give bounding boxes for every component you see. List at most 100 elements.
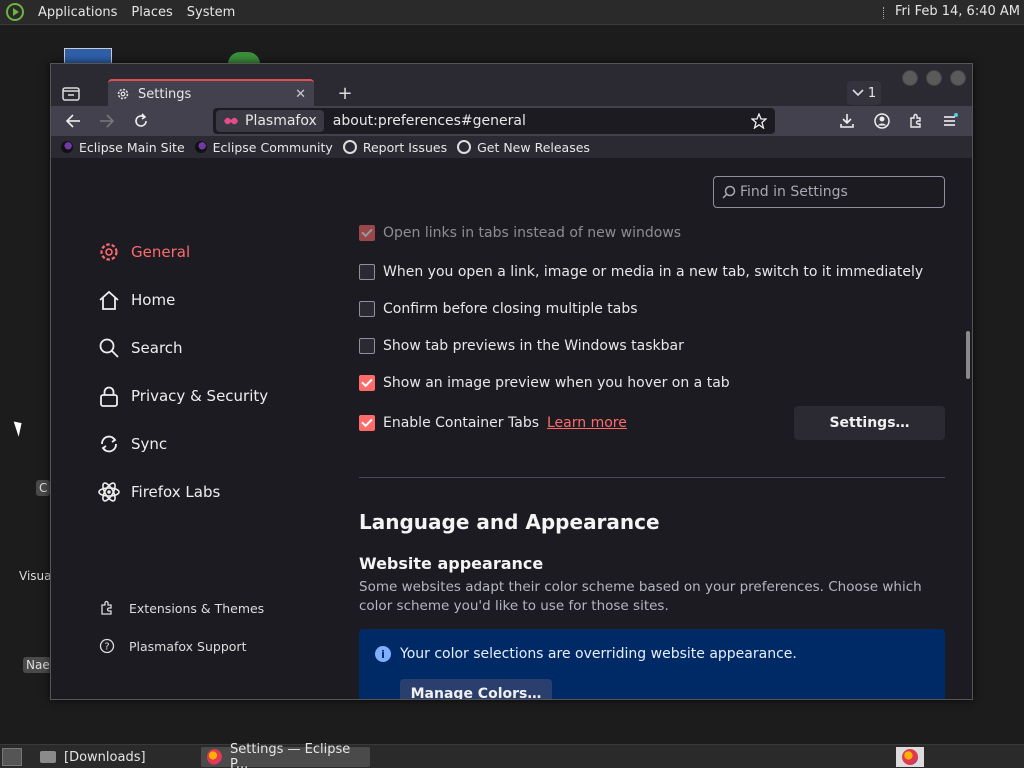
desktop-label[interactable]: C [36,480,51,496]
tab-settings[interactable]: Settings ✕ [108,79,314,107]
help-icon: ? [99,638,115,654]
learn-more-link[interactable]: Learn more [547,415,627,431]
show-desktop-button[interactable] [2,748,22,766]
category-label: Firefox Labs [131,483,221,501]
close-window-button[interactable] [950,70,966,86]
extensions-themes-link[interactable]: Extensions & Themes [99,600,264,616]
firefox-view-button[interactable] [61,84,81,102]
checkbox[interactable] [359,301,375,317]
eclipse-logo-icon [61,141,73,153]
checkbox[interactable] [359,338,375,354]
bookmark-get-new-releases[interactable]: Get New Releases [457,140,590,155]
option-confirm-closing-tabs[interactable]: Confirm before closing multiple tabs [359,301,638,317]
category-label: Sync [131,435,168,453]
option-taskbar-previews[interactable]: Show tab previews in the Windows taskbar [359,338,684,354]
section-divider [359,477,945,478]
option-hover-image-preview[interactable]: Show an image preview when you hover on … [359,375,730,391]
info-icon: i [375,646,391,662]
taskbar-item-label: [Downloads] [64,749,146,765]
category-firefox-labs[interactable]: Firefox Labs [97,480,220,504]
scrollbar-thumb[interactable] [966,331,970,379]
option-switch-to-new-tab[interactable]: When you open a link, image or media in … [359,264,923,280]
sync-icon [97,432,121,456]
gear-icon [97,240,121,264]
downloads-button[interactable] [836,110,858,132]
arrow-left-icon [65,114,80,128]
find-in-settings-input[interactable]: Find in Settings [713,176,945,208]
plasmafox-support-link[interactable]: ? Plasmafox Support [99,638,246,654]
checkbox[interactable] [359,375,375,391]
bookmark-label: Get New Releases [477,139,590,155]
maximize-button[interactable] [926,70,942,86]
new-tab-button[interactable]: + [333,82,357,104]
identity-box[interactable]: Plasmafox [216,110,324,132]
bookmark-star-icon[interactable] [751,113,767,129]
bookmark-eclipse-main-site[interactable]: Eclipse Main Site [61,140,185,155]
extensions-button[interactable] [905,110,927,132]
plus-icon: + [337,82,353,104]
manage-colors-button[interactable]: Manage Colors… [400,679,552,699]
category-search[interactable]: Search [97,336,183,360]
option-label: Open links in tabs instead of new window… [383,225,682,241]
checkbox[interactable] [359,225,375,241]
panel-menu: Applications Places System [0,3,249,21]
info-message: Your color selections are overriding web… [400,646,797,662]
bottom-taskbar: [Downloads] Settings — Eclipse P... [0,742,1024,768]
arrow-right-icon [100,114,115,128]
bookmark-report-issues[interactable]: Report Issues [342,140,447,155]
close-tab-icon[interactable]: ✕ [295,87,306,102]
category-label: Search [131,339,183,357]
option-open-links-in-tabs[interactable]: Open links in tabs instead of new window… [359,225,681,241]
category-privacy-security[interactable]: Privacy & Security [97,384,268,408]
info-banner: i Your color selections are overriding w… [359,629,945,699]
minimize-button[interactable] [902,70,918,86]
svg-text:?: ? [104,642,109,653]
category-home[interactable]: Home [97,288,175,312]
subsection-description: Some websites adapt their color scheme b… [359,579,922,614]
section-title: Language and Appearance [359,510,660,534]
chevron-down-icon [852,89,864,97]
places-menu[interactable]: Places [131,5,172,20]
url-text[interactable]: about:preferences#general [333,113,751,129]
category-label: Privacy & Security [131,387,269,405]
taskbar-item-settings[interactable]: Settings — Eclipse P... [201,742,370,768]
category-sync[interactable]: Sync [97,432,167,456]
bookmarks-toolbar: Eclipse Main Site Eclipse Community Repo… [51,136,972,158]
lock-icon [97,384,121,408]
subsection-title: Website appearance [359,554,544,573]
option-label: When you open a link, image or media in … [383,264,924,280]
settings-page: Find in Settings General Home Search Pri… [51,158,972,699]
forward-button[interactable] [96,110,118,132]
reload-button[interactable] [130,110,152,132]
checkbox[interactable] [359,415,375,431]
option-container-tabs[interactable]: Enable Container Tabs Learn more [359,415,627,431]
app-menu-button[interactable] [939,110,961,132]
back-button[interactable] [62,110,84,132]
tab-count-button[interactable]: 1 [847,81,881,105]
container-settings-button[interactable]: Settings… [794,406,945,440]
account-button[interactable] [871,110,893,132]
tray-firefox-icon[interactable] [896,747,924,767]
desktop-icon-computer[interactable] [64,48,112,64]
desktop-label[interactable]: Nae [23,657,53,673]
tab-list-icon [62,87,80,101]
url-bar[interactable]: Plasmafox about:preferences#general [213,108,775,134]
account-icon [874,113,890,129]
hamburger-menu-icon [944,113,958,126]
distro-logo-icon[interactable] [6,3,24,21]
clock[interactable]: Fri Feb 14, 6:40 AM [882,4,1020,19]
checkbox[interactable] [359,264,375,280]
bookmark-eclipse-community[interactable]: Eclipse Community [194,140,333,155]
desktop-label[interactable]: Visua [19,569,52,583]
applications-menu[interactable]: Applications [38,5,117,20]
category-general[interactable]: General [97,240,190,264]
search-icon [97,336,121,360]
option-label: Show an image preview when you hover on … [383,375,730,391]
option-label: Enable Container Tabs [383,415,539,431]
footer-link-label: Plasmafox Support [129,638,247,654]
option-label: Show tab previews in the Windows taskbar [383,338,684,354]
download-icon [840,114,854,128]
nav-bar: Plasmafox about:preferences#general [51,106,972,136]
system-menu[interactable]: System [187,5,235,20]
taskbar-item-downloads[interactable]: [Downloads] [34,747,152,767]
